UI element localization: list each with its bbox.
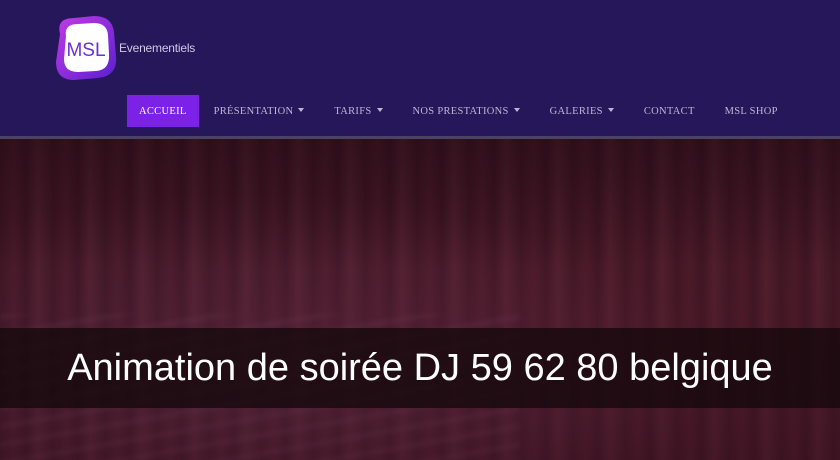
nav-label: MSL SHOP xyxy=(724,105,778,117)
main-nav: ACCUEIL PRÉSENTATION TARIFS NOS PRESTATI… xyxy=(127,95,793,127)
logo-text: MSL xyxy=(66,40,105,61)
nav-label: TARIFS xyxy=(334,105,372,117)
nav-item-contact[interactable]: CONTACT xyxy=(629,95,710,127)
nav-label: PRÉSENTATION xyxy=(213,105,294,117)
nav-item-presentation[interactable]: PRÉSENTATION xyxy=(199,95,320,127)
caret-down-icon xyxy=(513,108,520,112)
nav-label: GALERIES xyxy=(549,105,603,117)
nav-item-accueil[interactable]: ACCUEIL xyxy=(127,95,199,127)
hero-title-band: Animation de soirée DJ 59 62 80 belgique xyxy=(0,328,840,408)
brand-tagline: Evenementiels xyxy=(119,41,196,55)
nav-label: ACCUEIL xyxy=(139,105,187,117)
nav-item-galeries[interactable]: GALERIES xyxy=(535,95,629,127)
caret-down-icon xyxy=(376,108,383,112)
page-title: Animation de soirée DJ 59 62 80 belgique xyxy=(67,346,773,389)
caret-down-icon xyxy=(607,108,614,112)
nav-item-nos-prestations[interactable]: NOS PRESTATIONS xyxy=(398,95,535,127)
nav-item-msl-shop[interactable]: MSL SHOP xyxy=(710,95,793,127)
caret-down-icon xyxy=(298,108,305,112)
hero-overlay xyxy=(0,139,840,460)
hero-banner: Animation de soirée DJ 59 62 80 belgique xyxy=(0,139,840,460)
nav-label: NOS PRESTATIONS xyxy=(412,105,509,117)
nav-label: CONTACT xyxy=(643,105,695,117)
site-header: MSL Evenementiels ACCUEIL PRÉSENTATION T… xyxy=(0,0,840,136)
nav-item-tarifs[interactable]: TARIFS xyxy=(319,95,397,127)
